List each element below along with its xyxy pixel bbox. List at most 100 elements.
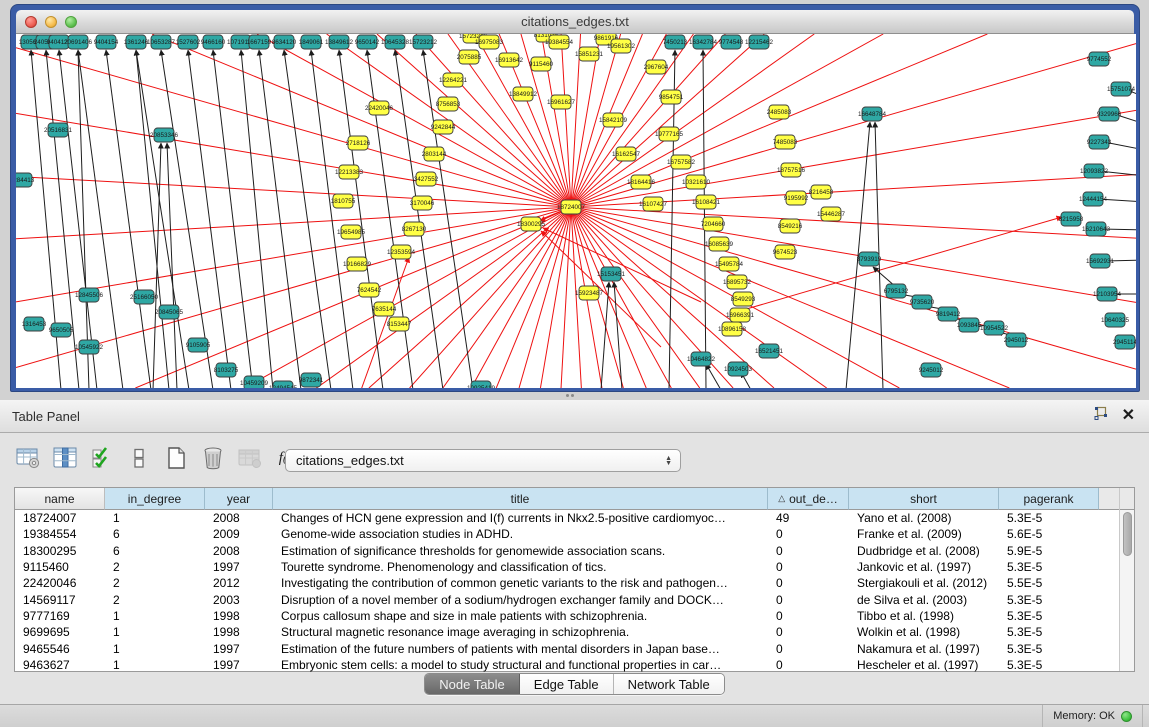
cell-name[interactable]: 19384554: [15, 526, 105, 542]
graph-node-yellow[interactable]: 19777165: [655, 127, 684, 141]
graph-node-teal[interactable]: 9227343: [1087, 135, 1112, 149]
graph-node-teal[interactable]: 6795132: [884, 284, 909, 298]
cell-in_degree[interactable]: 1: [105, 608, 205, 624]
graph-node-yellow[interactable]: 9242844: [431, 120, 456, 134]
graph-node-yellow[interactable]: 12264221: [439, 73, 468, 87]
cell-name[interactable]: 14569117: [15, 591, 105, 607]
graph-node-teal[interactable]: 10925419: [467, 381, 496, 388]
graph-node-teal[interactable]: 8634120: [272, 35, 297, 49]
cell-pagerank[interactable]: 5.3E-5: [999, 640, 1099, 656]
graph-node-yellow[interactable]: 16975083: [475, 35, 504, 49]
cell-short[interactable]: Franke et al. (2009): [849, 526, 999, 542]
graph-node-yellow[interactable]: 16162547: [612, 147, 641, 161]
cell-pagerank[interactable]: 5.3E-5: [999, 559, 1099, 575]
graph-node-teal[interactable]: 9819412: [936, 307, 961, 321]
column-header-out[interactable]: △out_de…: [768, 488, 849, 510]
cell-in_degree[interactable]: 1: [105, 510, 205, 526]
deselect-all-rows-icon[interactable]: [125, 444, 153, 472]
delete-selected-icon[interactable]: [199, 444, 227, 472]
graph-node-yellow[interactable]: 16757582: [667, 155, 696, 169]
cell-out[interactable]: 0: [768, 624, 849, 640]
graph-node-yellow[interactable]: 8216458: [809, 185, 834, 199]
cell-title[interactable]: Genome-wide association studies in ADHD.: [273, 526, 768, 542]
cell-short[interactable]: Jankovic et al. (1997): [849, 559, 999, 575]
cell-name[interactable]: 9699695: [15, 624, 105, 640]
graph-node-yellow[interactable]: 12213383: [335, 165, 364, 179]
cell-pagerank[interactable]: 5.3E-5: [999, 608, 1099, 624]
graph-node-teal[interactable]: 20516831: [44, 123, 73, 137]
graph-node-teal[interactable]: 15751074: [1107, 82, 1136, 96]
graph-node-yellow[interactable]: 8549216: [778, 219, 803, 233]
graph-node-teal[interactable]: 7450213: [663, 35, 688, 49]
graph-node-yellow[interactable]: 8549293: [731, 292, 756, 306]
graph-node-yellow[interactable]: 10321610: [682, 175, 711, 189]
cell-year[interactable]: 1998: [205, 624, 273, 640]
graph-node-yellow[interactable]: 19166829: [343, 257, 372, 271]
cell-year[interactable]: 2012: [205, 575, 273, 591]
cell-name[interactable]: 22420046: [15, 575, 105, 591]
column-header-short[interactable]: short: [849, 488, 999, 510]
graph-node-teal[interactable]: 1316453: [22, 317, 47, 331]
graph-node-teal[interactable]: 15723212: [409, 35, 438, 49]
graph-node-teal[interactable]: 12215462: [745, 35, 774, 49]
cell-in_degree[interactable]: 1: [105, 624, 205, 640]
graph-node-yellow[interactable]: 7624542: [357, 283, 382, 297]
graph-node-teal[interactable]: 20691406: [64, 35, 93, 49]
graph-node-yellow[interactable]: 7485083: [773, 135, 798, 149]
graph-node-yellow[interactable]: 16107427: [639, 197, 668, 211]
graph-node-teal[interactable]: 1849061: [299, 35, 324, 49]
cell-short[interactable]: Dudbridge et al. (2008): [849, 543, 999, 559]
cell-year[interactable]: 2008: [205, 510, 273, 526]
graph-node-teal[interactable]: 2945012: [1004, 333, 1029, 347]
graph-node-teal[interactable]: 9872341: [299, 373, 324, 387]
cell-year[interactable]: 2009: [205, 526, 273, 542]
table-select-dropdown[interactable]: citations_edges.txt ▲▼: [285, 449, 681, 472]
graph-node-yellow[interactable]: 16913642: [495, 53, 524, 67]
graph-node-teal[interactable]: 8103275: [214, 363, 239, 377]
select-all-rows-icon[interactable]: [88, 444, 116, 472]
graph-node-yellow[interactable]: 2485083: [767, 105, 792, 119]
graph-node-yellow[interactable]: 9854751: [659, 90, 684, 104]
cell-name[interactable]: 9115460: [15, 559, 105, 575]
graph-node-yellow[interactable]: 2967604: [644, 60, 669, 74]
graph-node-yellow[interactable]: 16108421: [692, 195, 721, 209]
cell-name[interactable]: 18300295: [15, 543, 105, 559]
graph-node-teal[interactable]: 25166050: [130, 290, 159, 304]
cell-in_degree[interactable]: 1: [105, 657, 205, 673]
graph-node-yellow[interactable]: 12353594: [387, 245, 416, 259]
network-canvas[interactable]: 1305640240557294041232069140694041541361…: [16, 34, 1136, 388]
graph-node-teal[interactable]: 20853346: [150, 128, 179, 142]
cell-name[interactable]: 9463627: [15, 657, 105, 673]
graph-node-teal[interactable]: 13849612: [325, 35, 354, 49]
graph-node-teal[interactable]: 9245012: [919, 363, 944, 377]
graph-node-yellow[interactable]: 8756853: [436, 97, 461, 111]
cell-short[interactable]: Stergiakouli et al. (2012): [849, 575, 999, 591]
graph-node-teal[interactable]: 12103954: [1093, 287, 1122, 301]
scrollbar-thumb[interactable]: [1123, 512, 1132, 556]
graph-node-yellow[interactable]: 19654985: [337, 225, 366, 239]
cell-short[interactable]: Nakamura et al. (1997): [849, 640, 999, 656]
graph-node-yellow[interactable]: 18300295: [517, 217, 546, 231]
cell-title[interactable]: Embryonic stem cells: a model to study s…: [273, 657, 768, 673]
graph-node-yellow[interactable]: 15495784: [715, 257, 744, 271]
cell-name[interactable]: 9777169: [15, 608, 105, 624]
cell-title[interactable]: Disruption of a novel member of a sodium…: [273, 591, 768, 607]
graph-node-yellow[interactable]: 18164416: [627, 175, 656, 189]
graph-node-yellow[interactable]: 16966391: [726, 308, 755, 322]
cell-year[interactable]: 1997: [205, 559, 273, 575]
cell-name[interactable]: 18724007: [15, 510, 105, 526]
cell-out[interactable]: 0: [768, 526, 849, 542]
cell-title[interactable]: Estimation of significance thresholds fo…: [273, 543, 768, 559]
table-row[interactable]: 1938455462009Genome-wide association stu…: [15, 526, 1134, 542]
graph-node-teal[interactable]: 15692931: [1086, 254, 1115, 268]
table-row[interactable]: 946554611997Estimation of the future num…: [15, 640, 1134, 656]
close-icon[interactable]: ✕: [1122, 409, 1135, 423]
cell-pagerank[interactable]: 5.9E-5: [999, 543, 1099, 559]
graph-node-teal[interactable]: 9774548: [719, 35, 744, 49]
cell-short[interactable]: Tibbo et al. (1998): [849, 608, 999, 624]
cell-year[interactable]: 2008: [205, 543, 273, 559]
graph-node-teal[interactable]: 16648784: [858, 107, 887, 121]
tab-node-table[interactable]: Node Table: [425, 674, 520, 694]
cell-title[interactable]: Estimation of the future numbers of pati…: [273, 640, 768, 656]
cell-year[interactable]: 1997: [205, 640, 273, 656]
